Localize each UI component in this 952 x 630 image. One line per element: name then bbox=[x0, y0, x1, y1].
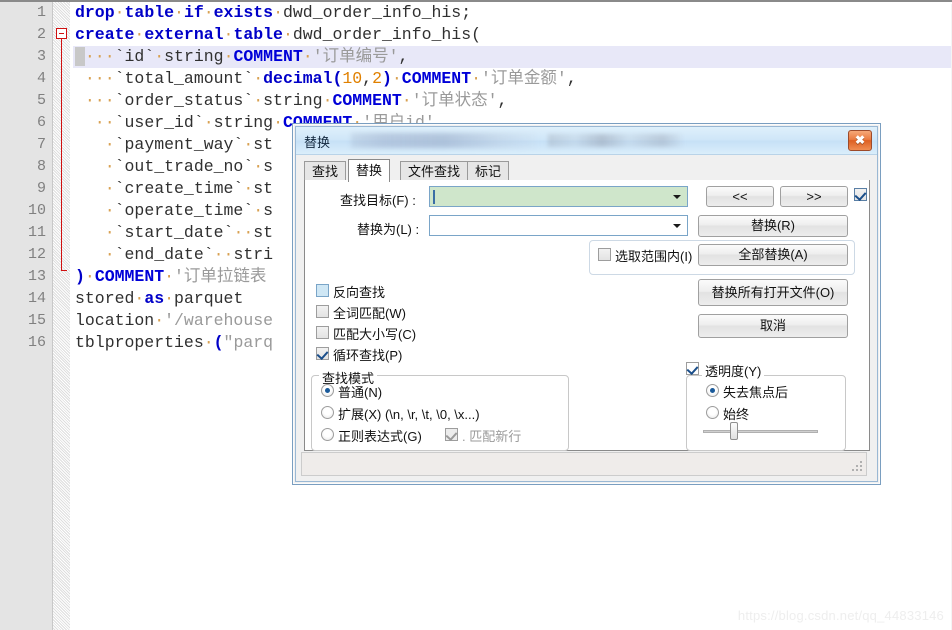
find-next-button[interactable]: >> bbox=[780, 186, 848, 207]
in-selection-label[interactable]: 选取范围内(I) bbox=[615, 246, 692, 265]
transparency-on-lose-focus-radio[interactable] bbox=[706, 384, 719, 397]
cancel-button[interactable]: 取消 bbox=[698, 314, 848, 338]
match-case-label[interactable]: 匹配大小写(C) bbox=[333, 324, 416, 343]
match-newline-label: . 匹配新行 bbox=[462, 429, 522, 444]
line-number: 14 bbox=[27, 290, 46, 307]
fold-range-end bbox=[61, 270, 67, 271]
match-newline-checkbox bbox=[445, 428, 458, 441]
search-mode-normal-radio[interactable] bbox=[321, 384, 334, 397]
line-number: 16 bbox=[27, 334, 46, 351]
find-prev-button[interactable]: << bbox=[706, 186, 774, 207]
line-number: 15 bbox=[27, 312, 46, 329]
match-case-checkbox[interactable] bbox=[316, 326, 329, 339]
replace-button[interactable]: 替换(R) bbox=[698, 215, 848, 237]
line-number-gutter: 1 2 3 4 5 6 7 8 9 10 11 12 13 14 15 16 bbox=[0, 2, 53, 630]
transparency-checkbox[interactable] bbox=[686, 362, 699, 375]
transparency-always-radio[interactable] bbox=[706, 406, 719, 419]
tab-mark[interactable]: 标记 bbox=[467, 161, 510, 181]
replace-all-open-files-button[interactable]: 替换所有打开文件(O) bbox=[698, 279, 848, 306]
search-mode-regex-label[interactable]: 正则表达式(G) bbox=[338, 426, 422, 445]
line-number: 6 bbox=[36, 114, 46, 131]
blurred-title-region-secondary bbox=[548, 134, 683, 147]
fold-range-line bbox=[61, 39, 62, 271]
line-number: 9 bbox=[36, 180, 46, 197]
dialog-tabstrip: 查找 替换 文件查找 标记 bbox=[304, 159, 870, 182]
tab-replace[interactable]: 替换 bbox=[348, 159, 391, 182]
tab-find[interactable]: 查找 bbox=[304, 161, 347, 181]
line-number: 10 bbox=[27, 202, 46, 219]
resize-grip-icon[interactable] bbox=[851, 461, 863, 473]
replace-with-label: 替换为(L) : bbox=[357, 222, 420, 237]
wrap-around-checkbox[interactable] bbox=[316, 347, 329, 360]
replace-all-button[interactable]: 全部替换(A) bbox=[698, 244, 848, 266]
chevron-down-icon[interactable] bbox=[669, 188, 686, 205]
dialog-title: 替换 bbox=[304, 135, 331, 150]
tab-find-in-files[interactable]: 文件查找 bbox=[400, 161, 469, 181]
wrap-around-label[interactable]: 循环查找(P) bbox=[333, 345, 402, 364]
text-caret bbox=[433, 190, 435, 204]
find-target-label: 查找目标(F) : bbox=[340, 193, 416, 208]
line-number: 12 bbox=[27, 246, 46, 263]
replace-dialog: 替换 ✖ 查找 替换 文件查找 标记 查找目标(F) : << >> 替换为(L… bbox=[292, 123, 881, 485]
line-number: 1 bbox=[36, 4, 46, 21]
blurred-title-region bbox=[351, 133, 536, 148]
line-number: 13 bbox=[27, 268, 46, 285]
line-number: 2 bbox=[36, 26, 46, 43]
transparency-slider-track[interactable] bbox=[703, 430, 818, 433]
fold-collapse-icon[interactable] bbox=[56, 28, 67, 39]
close-icon[interactable]: ✖ bbox=[848, 130, 872, 151]
line-number: 4 bbox=[36, 70, 46, 87]
find-next-toggle-checkbox[interactable] bbox=[854, 188, 867, 201]
close-icon-glyph: ✖ bbox=[854, 133, 866, 147]
code-line: drop·table·if·exists·dwd_order_info_his; bbox=[75, 3, 472, 22]
line-number: 8 bbox=[36, 158, 46, 175]
transparency-on-lose-focus-label[interactable]: 失去焦点后 bbox=[723, 382, 788, 401]
transparency-title: 透明度(Y) bbox=[702, 361, 765, 380]
dialog-statusbar bbox=[301, 452, 867, 476]
whole-word-label[interactable]: 全词匹配(W) bbox=[333, 303, 406, 322]
transparency-always-label[interactable]: 始终 bbox=[723, 404, 749, 423]
find-target-input[interactable] bbox=[429, 186, 688, 207]
chevron-down-icon[interactable] bbox=[669, 217, 686, 234]
search-mode-regex-radio[interactable] bbox=[321, 428, 334, 441]
replace-with-input[interactable] bbox=[429, 215, 688, 236]
watermark-text: https://blog.csdn.net/qq_44833146 bbox=[737, 608, 944, 623]
backward-search-checkbox[interactable] bbox=[316, 284, 329, 297]
search-mode-extended-label[interactable]: 扩展(X) (\n, \r, \t, \0, \x...) bbox=[338, 404, 480, 423]
code-line: create·external·table·dwd_order_info_his… bbox=[75, 25, 482, 44]
search-mode-normal-label[interactable]: 普通(N) bbox=[338, 382, 382, 401]
code-line: ···`total_amount`·decimal(10,2)·COMMENT·… bbox=[75, 69, 577, 88]
backward-search-label[interactable]: 反向查找 bbox=[333, 282, 385, 301]
in-selection-checkbox[interactable] bbox=[598, 248, 611, 261]
line-number: 11 bbox=[27, 224, 46, 241]
search-mode-extended-radio[interactable] bbox=[321, 406, 334, 419]
line-number: 5 bbox=[36, 92, 46, 109]
whole-word-checkbox[interactable] bbox=[316, 305, 329, 318]
line-number: 3 bbox=[36, 48, 46, 65]
line-number: 7 bbox=[36, 136, 46, 153]
dialog-titlebar[interactable]: 替换 ✖ bbox=[296, 127, 877, 155]
code-line: ···`order_status`·string·COMMENT·'订单状态', bbox=[75, 91, 508, 110]
transparency-slider-thumb[interactable] bbox=[730, 422, 738, 440]
code-line-highlighted: ···`id`·string·COMMENT·'订单编号', bbox=[73, 46, 952, 68]
